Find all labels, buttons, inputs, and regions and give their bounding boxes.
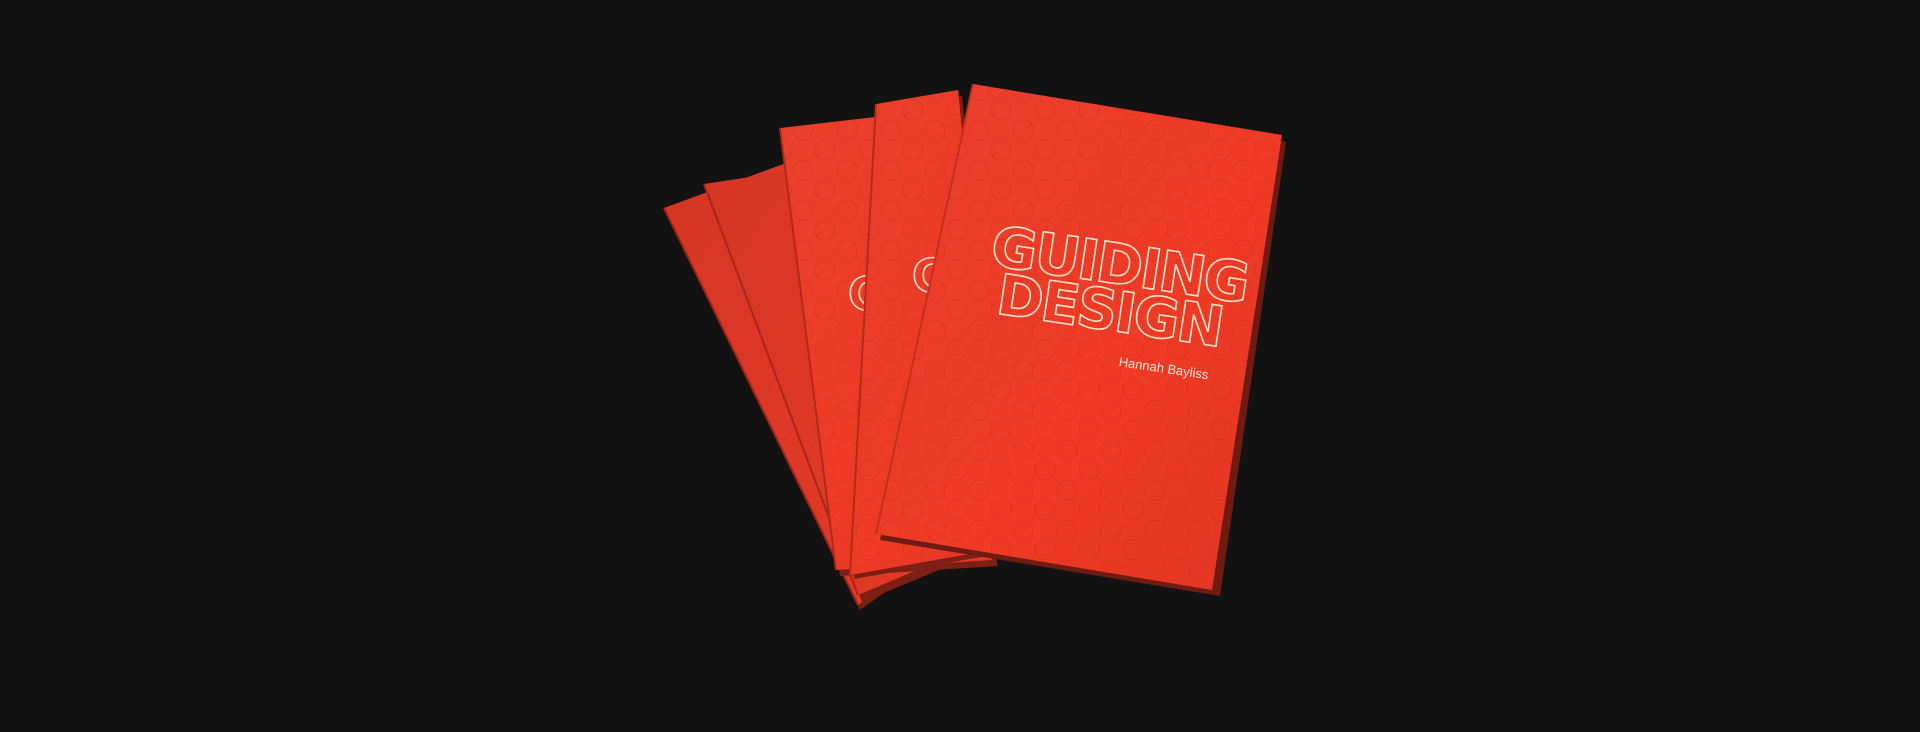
product-photo: G G GUIDING DESIGN Hannah Bayliss [0,0,1920,732]
booklet-stack-illustration: G G GUIDING DESIGN Hannah Bayliss [663,83,1286,610]
